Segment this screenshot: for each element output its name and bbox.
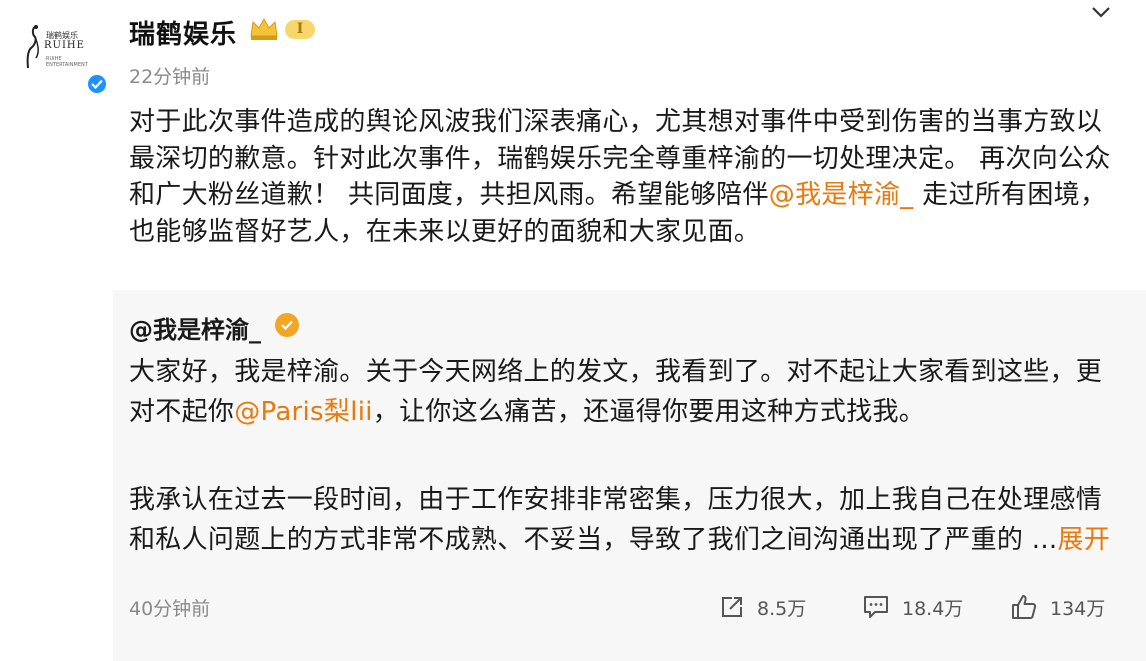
post-text: 对于此次事件造成的舆论风波我们深表痛心，尤其想对事件中受到伤害的当事方致以最深切… [129, 104, 1114, 250]
avatar[interactable]: 瑞鹤娱乐 RUIHE RUIHE ENTERTAINMENT [18, 16, 88, 76]
expand-link[interactable]: 展开 [1057, 525, 1110, 555]
logo-sub-text: RUIHE ENTERTAINMENT [46, 56, 88, 68]
comment-icon [864, 596, 888, 618]
verified-icon [275, 313, 299, 337]
like-icon [1012, 595, 1037, 619]
logo-main-text: RUIHE [44, 40, 85, 51]
repost-time[interactable]: 40分钟前 [129, 594, 210, 621]
mention-link[interactable]: @我是梓渝_ [769, 180, 914, 210]
like-count: 134万 [1050, 597, 1106, 620]
post-time[interactable]: 22分钟前 [129, 62, 210, 89]
vip-level-badge: I [285, 20, 315, 39]
chevron-down-icon[interactable] [1089, 2, 1113, 22]
account-name[interactable]: 瑞鹤娱乐 [129, 14, 237, 51]
repost-text-paragraph-2: 我承认在过去一段时间，由于工作安排非常密集，压力很大，加上我自己在处理感情和私人… [129, 480, 1114, 560]
comment-count: 18.4万 [902, 597, 964, 620]
crane-logo-icon [26, 25, 39, 69]
comment-button[interactable]: 18.4万 [862, 592, 963, 622]
repost-footer: 40分钟前 8.5万 18.4万 134万 [113, 592, 1146, 622]
repost-card[interactable]: @我是梓渝_ 大家好，我是梓渝。关于今天网络上的发文，我看到了。对不起让大家看到… [113, 290, 1146, 661]
repost-text-part: ，让你这么痛苦，还逼得你要用这种方式找我。 [372, 397, 926, 427]
repost-text-part: 我承认在过去一段时间，由于工作安排非常密集，压力很大，加上我自己在处理感情和私人… [129, 485, 1103, 555]
repost-text-paragraph-1: 大家好，我是梓渝。关于今天网络上的发文，我看到了。对不起让大家看到这些，更对不起… [129, 352, 1114, 432]
repost-author[interactable]: @我是梓渝_ [129, 310, 261, 345]
weibo-post: 瑞鹤娱乐 RUIHE RUIHE ENTERTAINMENT 瑞鹤娱乐 I 22… [0, 0, 1146, 661]
verified-icon [86, 73, 108, 95]
mention-link[interactable]: @Paris梨lii [234, 397, 373, 427]
share-button[interactable]: 8.5万 [719, 592, 806, 622]
like-button[interactable]: 134万 [1010, 592, 1105, 622]
share-icon [722, 597, 742, 617]
account-logo: 瑞鹤娱乐 RUIHE RUIHE ENTERTAINMENT [18, 16, 88, 76]
share-count: 8.5万 [757, 597, 807, 620]
